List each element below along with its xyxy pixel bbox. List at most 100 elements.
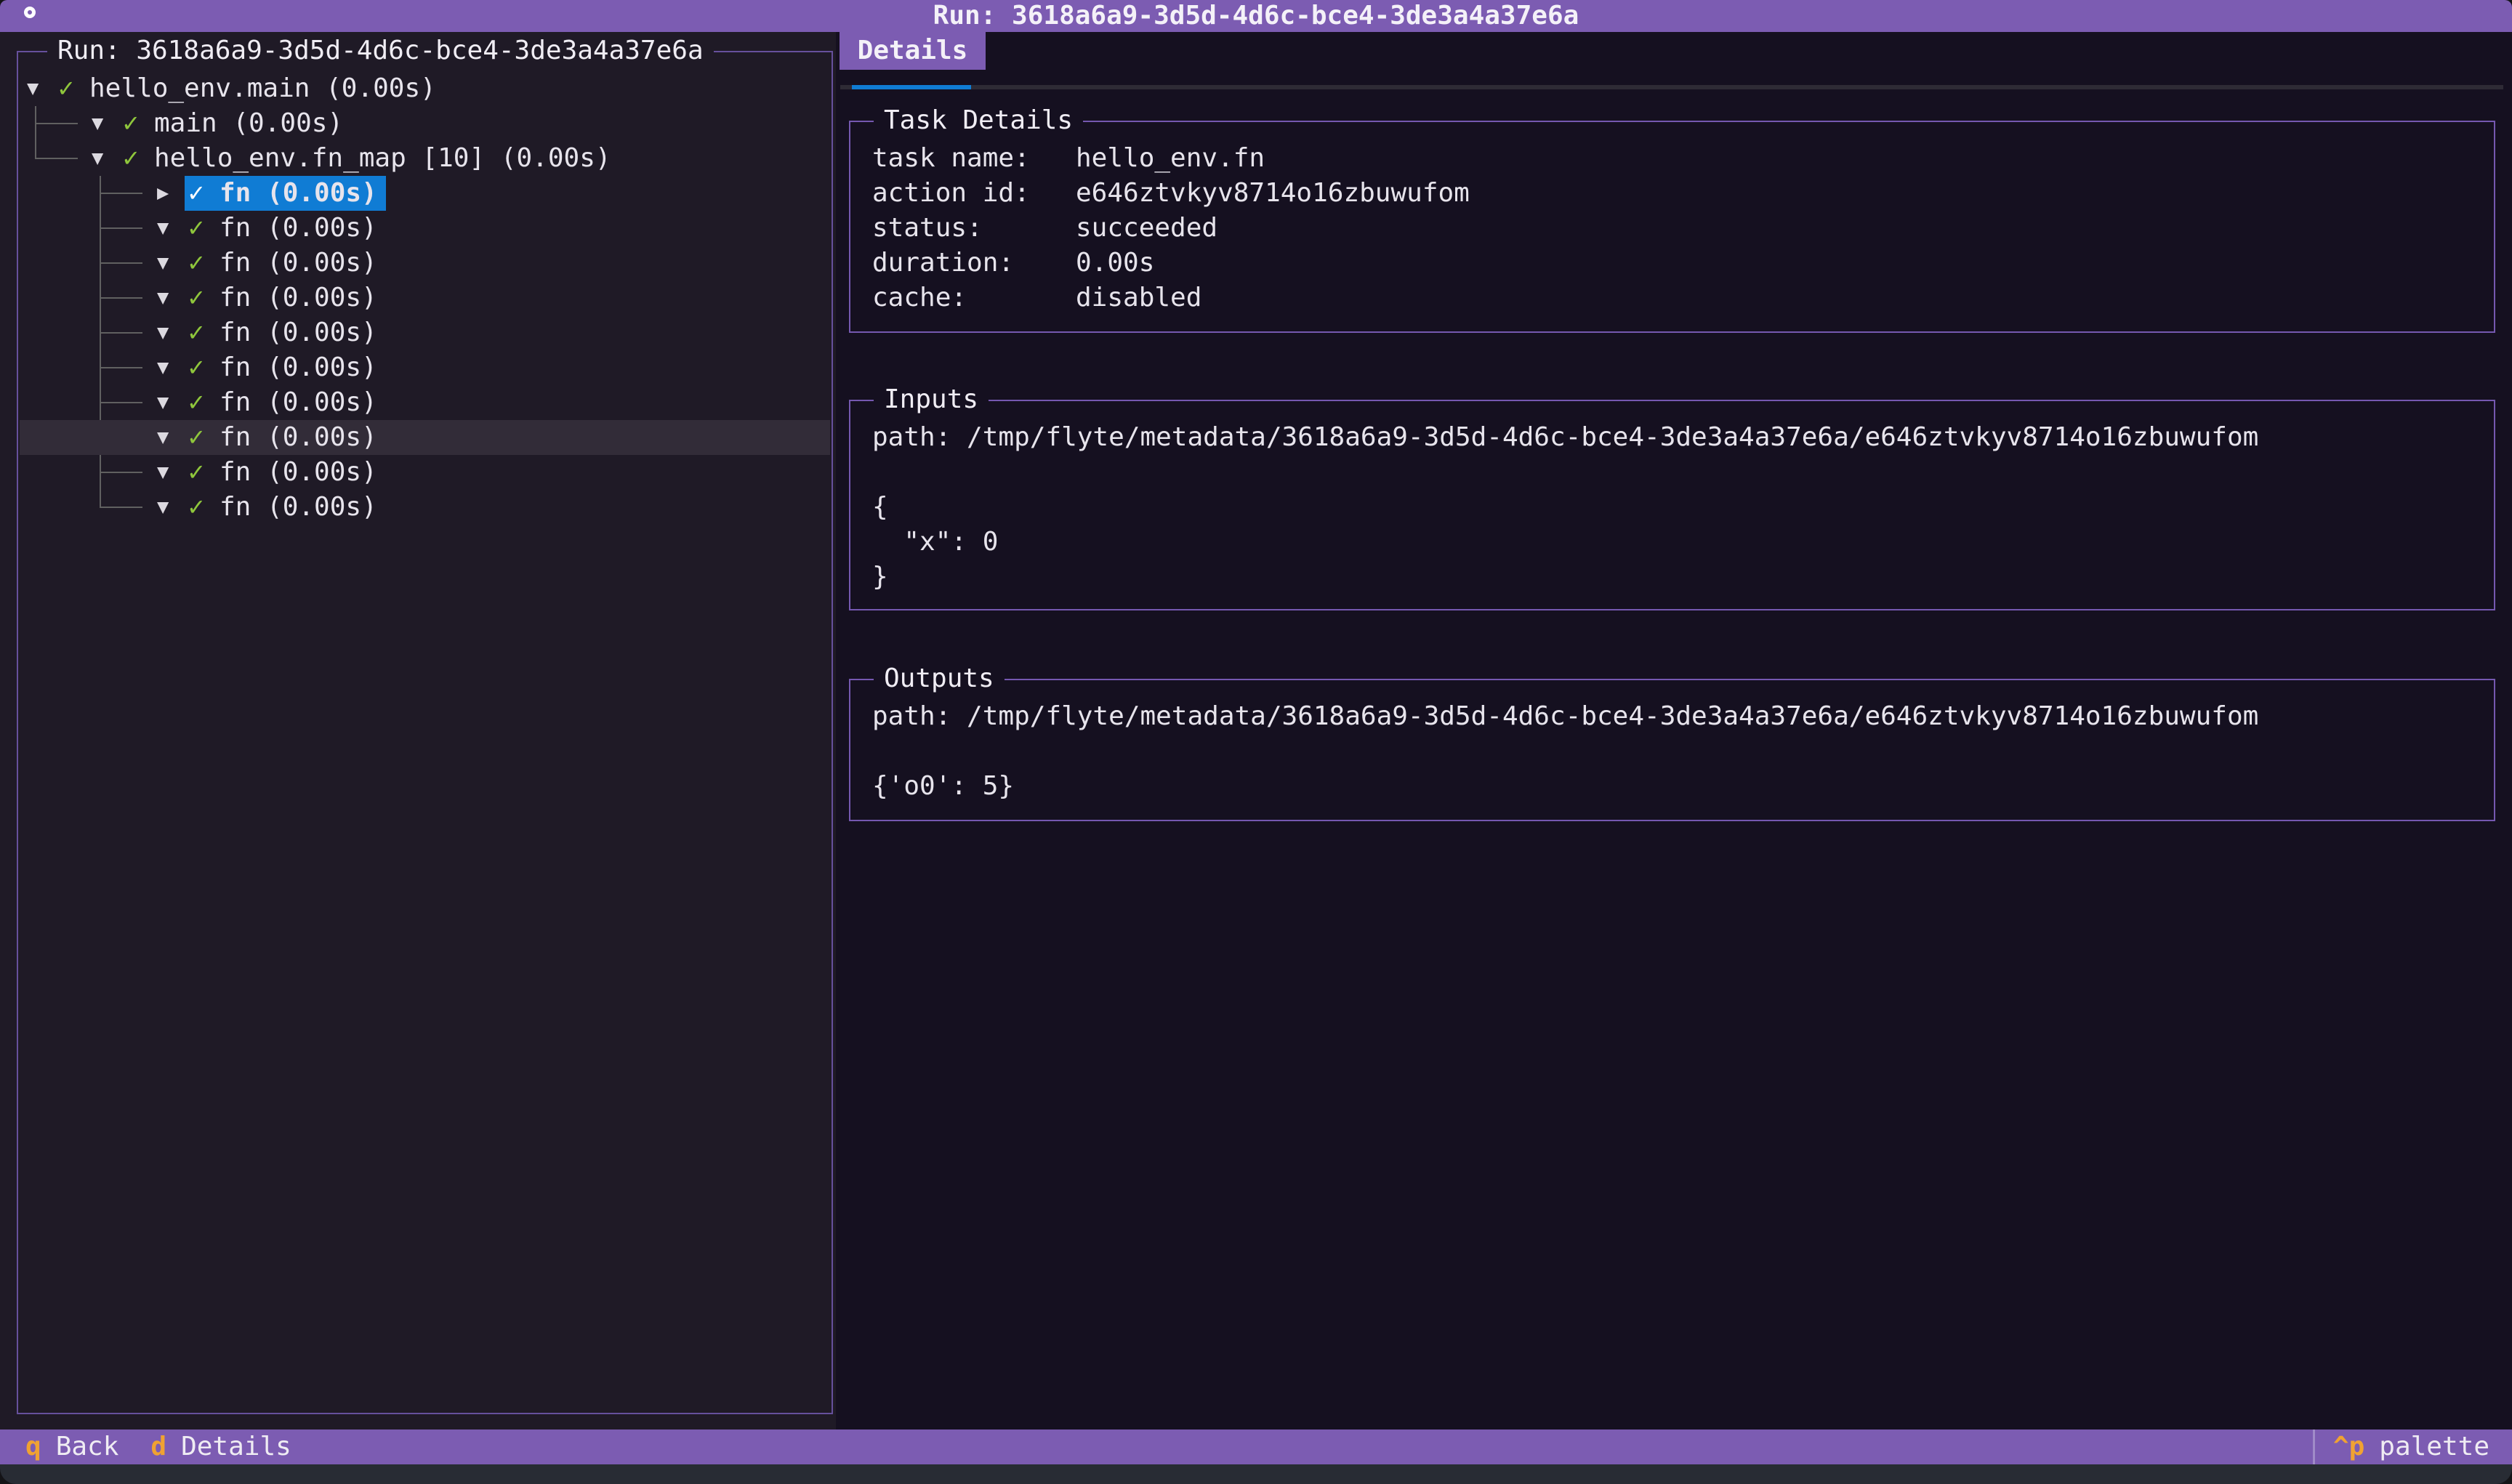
inputs-content: path: /tmp/flyte/metadata/3618a6a9-3d5d-…: [852, 403, 2492, 608]
success-check-icon: ✓: [188, 211, 220, 246]
tree-row-content: ✓fn (0.00s): [188, 455, 377, 490]
expanded-arrow-icon[interactable]: ▼: [157, 281, 188, 315]
tree-row[interactable]: ▼✓hello_env.main (0.00s): [20, 71, 830, 106]
tree-row[interactable]: ▼✓fn (0.00s): [20, 420, 830, 455]
success-check-icon: ✓: [188, 455, 220, 490]
tab-underline-active-indicator: [852, 85, 971, 89]
tree-row[interactable]: ▶✓fn (0.00s): [20, 176, 830, 211]
tree-row[interactable]: ▼✓fn (0.00s): [20, 246, 830, 281]
expanded-arrow-icon[interactable]: ▼: [157, 246, 188, 281]
expanded-arrow-icon[interactable]: ▼: [157, 211, 188, 246]
tree-row[interactable]: ▼✓fn (0.00s): [20, 281, 830, 315]
success-check-icon: ✓: [188, 315, 220, 350]
tree-row[interactable]: ▼✓fn (0.00s): [20, 350, 830, 385]
tree-row-content-selected: ✓fn (0.00s): [185, 176, 386, 211]
tree-row[interactable]: ▼✓fn (0.00s): [20, 490, 830, 525]
title-bar: Run: 3618a6a9-3d5d-4d6c-bce4-3de3a4a37e6…: [0, 0, 2512, 32]
expanded-arrow-icon[interactable]: ▼: [92, 141, 123, 176]
field-label: action id:: [872, 176, 1076, 211]
footer-key-bar: q Back d Details ^p palette: [0, 1429, 2512, 1464]
inputs-json-line: }: [872, 560, 2485, 594]
task-details-fields: task name:hello_env.fnaction id:e646ztvk…: [852, 124, 2492, 330]
tree-row-label: hello_env.main (0.00s): [89, 71, 436, 106]
footer-key-back[interactable]: q Back: [25, 1429, 118, 1464]
expanded-arrow-icon[interactable]: ▼: [157, 420, 188, 455]
title-bar-text: Run: 3618a6a9-3d5d-4d6c-bce4-3de3a4a37e6…: [933, 0, 1579, 32]
tree-row-content: ✓fn (0.00s): [188, 490, 377, 525]
run-tree[interactable]: ▼✓hello_env.main (0.00s)▼✓main (0.00s)▼✓…: [20, 54, 830, 1411]
success-check-icon: ✓: [123, 141, 154, 176]
field-label: cache:: [872, 281, 1076, 315]
tree-row-label: fn (0.00s): [220, 455, 377, 490]
run-tree-box: Run: 3618a6a9-3d5d-4d6c-bce4-3de3a4a37e6…: [17, 51, 833, 1414]
task-details-box: Task Details task name:hello_env.fnactio…: [849, 121, 2495, 333]
tab-underline-track: [840, 85, 2503, 89]
tree-row-content: ✓hello_env.fn_map [10] (0.00s): [123, 141, 611, 176]
tree-row-content: ✓fn (0.00s): [188, 385, 377, 420]
tree-row-content: ✓fn (0.00s): [188, 211, 377, 246]
tree-row-label: fn (0.00s): [220, 350, 377, 385]
field-value: e646ztvkyv8714o16zbuwufom: [1076, 176, 1470, 211]
outputs-box: Outputs path: /tmp/flyte/metadata/3618a6…: [849, 679, 2495, 821]
footer-key-palette[interactable]: ^p palette: [2333, 1429, 2489, 1464]
success-check-icon: ✓: [188, 246, 220, 281]
expanded-arrow-icon[interactable]: ▼: [157, 315, 188, 350]
tree-row[interactable]: ▼✓hello_env.fn_map [10] (0.00s): [20, 141, 830, 176]
key-ctrl-p-label: palette: [2379, 1429, 2489, 1464]
tree-row[interactable]: ▼✓fn (0.00s): [20, 315, 830, 350]
expanded-arrow-icon[interactable]: ▼: [92, 106, 123, 141]
tree-row-label: fn (0.00s): [220, 176, 377, 211]
tree-row-label: main (0.00s): [154, 106, 343, 141]
tab-details[interactable]: Details: [840, 32, 986, 70]
success-check-icon: ✓: [188, 385, 220, 420]
tree-row-content: ✓main (0.00s): [123, 106, 343, 141]
tree-row-label: fn (0.00s): [220, 315, 377, 350]
footer-key-details[interactable]: d Details: [150, 1429, 291, 1464]
task-detail-field: duration:0.00s: [872, 246, 2485, 281]
tree-row-content: ✓fn (0.00s): [188, 420, 377, 455]
success-check-icon: ✓: [188, 350, 220, 385]
key-d-label: Details: [181, 1429, 291, 1464]
tree-row[interactable]: ▼✓fn (0.00s): [20, 211, 830, 246]
footer-left-keys: q Back d Details: [0, 1429, 323, 1464]
expanded-arrow-icon[interactable]: ▼: [157, 385, 188, 420]
expanded-arrow-icon[interactable]: ▼: [27, 71, 58, 106]
tree-row-content: ✓fn (0.00s): [188, 281, 377, 315]
footer-divider: [2313, 1429, 2315, 1464]
task-detail-field: task name:hello_env.fn: [872, 141, 2485, 176]
tree-row-content: ✓fn (0.00s): [188, 350, 377, 385]
success-check-icon: ✓: [123, 106, 154, 141]
tree-row-content: ✓fn (0.00s): [188, 315, 377, 350]
tree-row-label: fn (0.00s): [220, 420, 377, 455]
tree-row-label: fn (0.00s): [220, 211, 377, 246]
tree-row-label: fn (0.00s): [220, 490, 377, 525]
task-detail-field: action id:e646ztvkyv8714o16zbuwufom: [872, 176, 2485, 211]
field-label: task name:: [872, 141, 1076, 176]
field-label: duration:: [872, 246, 1076, 281]
field-value: hello_env.fn: [1076, 141, 1265, 176]
tree-row[interactable]: ▼✓fn (0.00s): [20, 385, 830, 420]
expanded-arrow-icon[interactable]: ▼: [157, 350, 188, 385]
field-value: succeeded: [1076, 211, 1217, 246]
field-value: disabled: [1076, 281, 1201, 315]
tree-row[interactable]: ▼✓fn (0.00s): [20, 455, 830, 490]
app-logo-circle-icon: [24, 7, 36, 18]
tree-row-label: fn (0.00s): [220, 281, 377, 315]
window-bottom-strip: [0, 1464, 2512, 1484]
tree-row-content: ✓hello_env.main (0.00s): [58, 71, 436, 106]
field-value: 0.00s: [1076, 246, 1154, 281]
success-check-icon: ✓: [188, 490, 220, 525]
inputs-json-line: "x": 0: [872, 525, 2485, 560]
expanded-arrow-icon[interactable]: ▼: [157, 455, 188, 490]
outputs-path: path: /tmp/flyte/metadata/3618a6a9-3d5d-…: [872, 699, 2485, 734]
success-check-icon: ✓: [58, 71, 89, 106]
tree-row[interactable]: ▼✓main (0.00s): [20, 106, 830, 141]
success-check-icon: ✓: [188, 420, 220, 455]
tree-row-label: hello_env.fn_map [10] (0.00s): [154, 141, 611, 176]
collapsed-arrow-icon[interactable]: ▶: [157, 176, 188, 211]
inputs-path: path: /tmp/flyte/metadata/3618a6a9-3d5d-…: [872, 420, 2485, 455]
key-q-label: Back: [56, 1429, 119, 1464]
expanded-arrow-icon[interactable]: ▼: [157, 490, 188, 525]
inputs-box: Inputs path: /tmp/flyte/metadata/3618a6a…: [849, 400, 2495, 610]
success-check-icon: ✓: [188, 281, 220, 315]
